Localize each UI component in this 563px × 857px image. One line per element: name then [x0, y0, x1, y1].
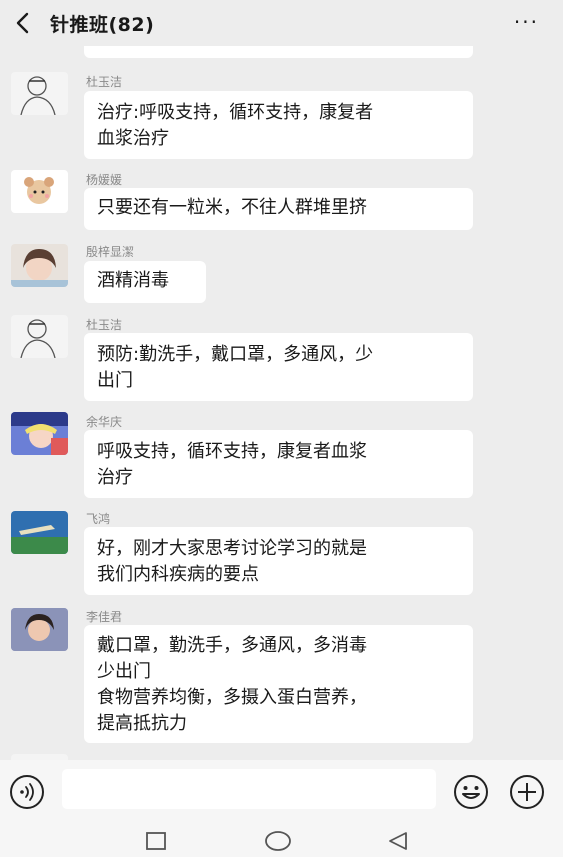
message-bubble[interactable]: 酒精消毒: [84, 261, 206, 303]
sender-name: 杨媛媛: [86, 173, 123, 187]
add-attachment-icon[interactable]: [509, 774, 545, 810]
message-bubble[interactable]: 只要还有一粒米，不往人群堆里挤: [84, 188, 473, 230]
message-bubble[interactable]: 治疗:呼吸支持，循环支持，康复者 血浆治疗: [84, 91, 473, 159]
message-bubble[interactable]: 预防:勤洗手，戴口罩，多通风，少 出门: [84, 333, 473, 401]
message-text: 少出门: [97, 661, 151, 682]
girl-photo-avatar[interactable]: [11, 244, 68, 287]
home-icon[interactable]: [264, 830, 292, 852]
sender-name: 飞鸿: [86, 512, 111, 526]
message-text: 出门: [97, 370, 133, 391]
bear-avatar[interactable]: [11, 170, 68, 213]
message-bubble[interactable]: 呼吸支持，循环支持，康复者血浆 治疗: [84, 430, 473, 498]
sketch-avatar[interactable]: [11, 72, 68, 115]
voice-input-icon[interactable]: [10, 775, 44, 809]
emoji-icon[interactable]: [453, 774, 489, 810]
message-text: 戴口罩，勤洗手，多通风，多消毒: [97, 635, 367, 656]
message-text: 治疗: [97, 467, 133, 488]
message-text: 治疗:呼吸支持，循环支持，康复者: [97, 102, 374, 123]
message-bubble[interactable]: 好，刚才大家思考讨论学习的就是 我们内科疾病的要点: [84, 527, 473, 595]
system-nav-bar: [0, 818, 563, 857]
portrait-avatar[interactable]: [11, 608, 68, 651]
sender-name: 李佳君: [86, 610, 123, 624]
message-text: 预防:勤洗手，戴口罩，多通风，少: [97, 344, 374, 365]
landscape-avatar[interactable]: [11, 511, 68, 554]
message-input[interactable]: [62, 769, 436, 809]
sender-name: 余华庆: [86, 415, 123, 429]
sender-name: 殷梓显潔: [86, 245, 135, 259]
back-arrow-icon[interactable]: [12, 9, 34, 37]
message-text: 血浆治疗: [97, 128, 169, 149]
anime-avatar[interactable]: [11, 412, 68, 455]
message-text: 酒精消毒: [97, 270, 169, 291]
recent-apps-icon[interactable]: [145, 830, 167, 852]
title-bar: 针推班(82) ···: [0, 0, 563, 46]
more-options-icon[interactable]: ···: [514, 10, 539, 34]
message-list[interactable]: 杜玉洁 治疗:呼吸支持，循环支持，康复者 血浆治疗 杨媛媛 只要还有一粒米，不往…: [0, 46, 563, 760]
sender-name: 杜玉洁: [86, 75, 123, 89]
sketch-avatar[interactable]: [11, 315, 68, 358]
message-text: 呼吸支持，循环支持，康复者血浆: [97, 441, 367, 462]
message-text: 提高抵抗力: [97, 713, 187, 734]
message-text: 好，刚才大家思考讨论学习的就是: [97, 538, 367, 559]
previous-bubble-fragment: [84, 46, 473, 58]
back-nav-icon[interactable]: [386, 830, 410, 852]
chat-title: 针推班(82): [50, 14, 155, 36]
input-bar: [0, 760, 563, 818]
message-text: 食物营养均衡，多摄入蛋白营养，: [97, 687, 367, 708]
message-bubble[interactable]: 戴口罩，勤洗手，多通风，多消毒 少出门 食物营养均衡，多摄入蛋白营养， 提高抵抗…: [84, 625, 473, 743]
message-text: 只要还有一粒米，不往人群堆里挤: [97, 197, 367, 218]
sender-name: 杜玉洁: [86, 318, 123, 332]
message-text: 我们内科疾病的要点: [97, 564, 259, 585]
